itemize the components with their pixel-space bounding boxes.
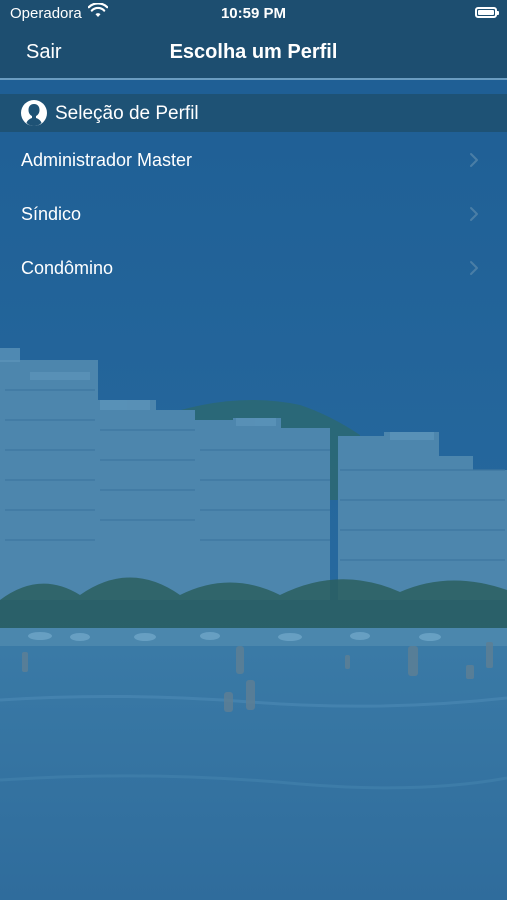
profile-item-label: Condômino [21, 258, 114, 278]
person-icon [20, 99, 48, 127]
profile-item-label: Administrador Master [21, 150, 193, 170]
navigation-bar: Sair Escolha um Perfil [0, 28, 507, 78]
profile-item-label: Síndico [21, 204, 82, 224]
profile-item-condomino[interactable]: Condômino [0, 244, 507, 292]
profile-item-sindico[interactable]: Síndico [0, 190, 507, 238]
battery-icon [475, 7, 499, 18]
profile-item-administrador-master[interactable]: Administrador Master [0, 136, 507, 184]
chevron-right-icon [469, 152, 479, 168]
profile-selection-header: Seleção de Perfil [0, 94, 507, 132]
page-title: Escolha um Perfil [169, 41, 338, 63]
chevron-right-icon [469, 206, 479, 222]
chevron-right-icon [469, 260, 479, 276]
clock: 10:59 PM [220, 5, 287, 22]
section-title: Seleção de Perfil [55, 103, 199, 124]
status-bar: Operadora 10:59 PM [0, 0, 507, 28]
